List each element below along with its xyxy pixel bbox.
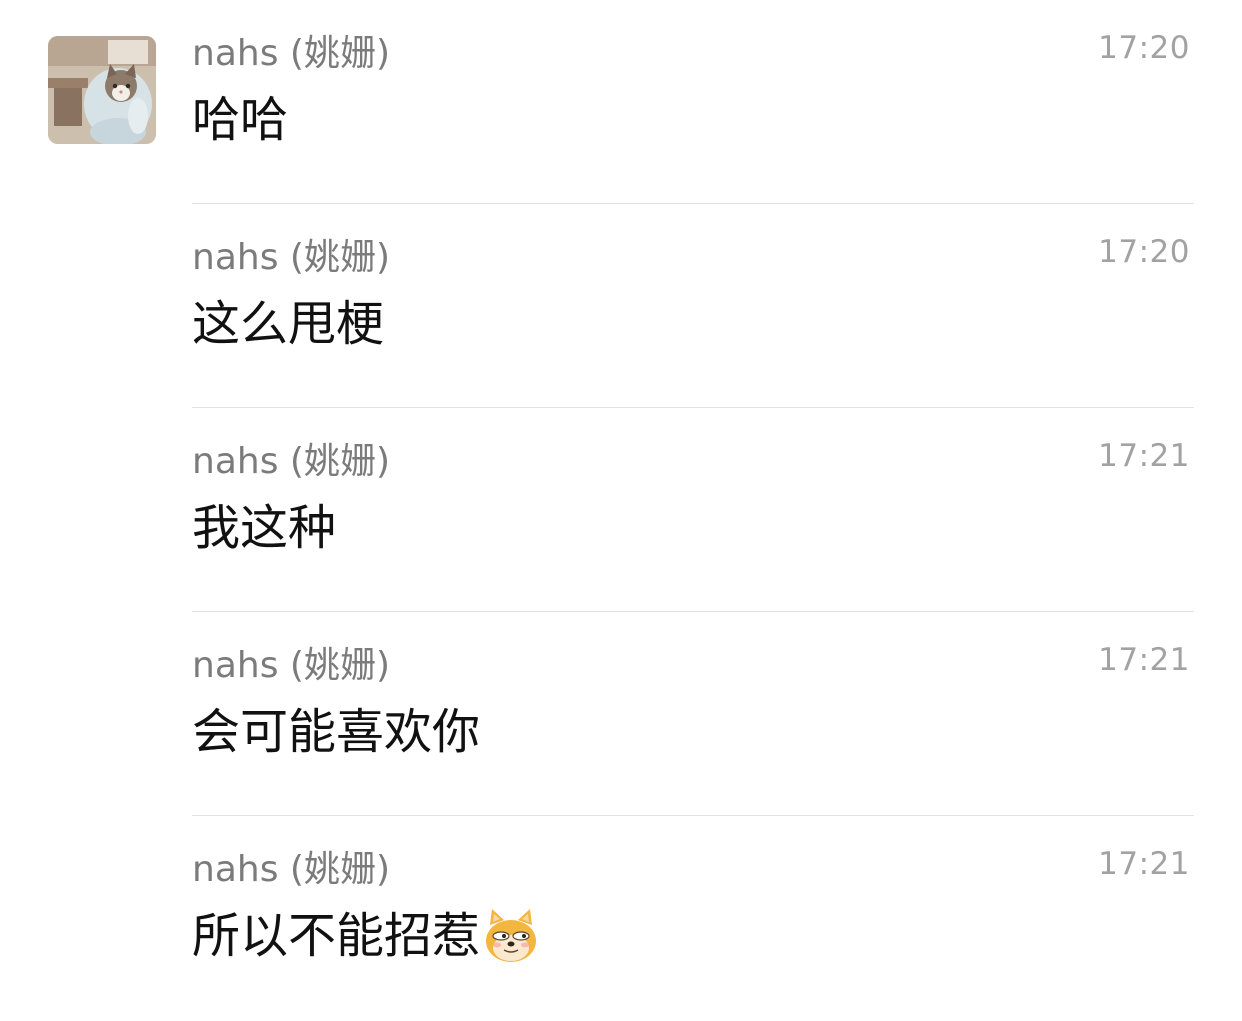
message-text: 所以不能招惹 [192,908,481,964]
message-text: 我这种 [192,500,337,556]
message-item[interactable]: nahs (姚姗) 17:20 哈哈 [192,0,1194,204]
message-time: 17:20 [1098,234,1190,270]
doge-emoji-icon [482,907,540,965]
message-time: 17:21 [1098,642,1190,678]
message-item[interactable]: nahs (姚姗) 17:21 我这种 [192,408,1194,612]
message-item[interactable]: nahs (姚姗) 17:21 会可能喜欢你 [192,612,1194,816]
message-text: 会可能喜欢你 [192,704,481,760]
sender-name: nahs (姚姗) [192,645,390,686]
sender-name: nahs (姚姗) [192,237,390,278]
message-time: 17:21 [1098,846,1190,882]
avatar[interactable] [48,36,156,144]
message-item[interactable]: nahs (姚姗) 17:21 所以不能招惹 [192,816,1194,1020]
cat-avatar-icon [48,36,156,144]
sender-name: nahs (姚姗) [192,849,390,890]
message-item[interactable]: nahs (姚姗) 17:20 这么甩梗 [192,204,1194,408]
message-time: 17:20 [1098,30,1190,66]
sender-name: nahs (姚姗) [192,441,390,482]
message-time: 17:21 [1098,438,1190,474]
sender-name: nahs (姚姗) [192,33,390,74]
message-text: 哈哈 [192,92,289,148]
message-text-row: 所以不能招惹 [192,904,540,968]
message-text: 这么甩梗 [192,296,385,352]
